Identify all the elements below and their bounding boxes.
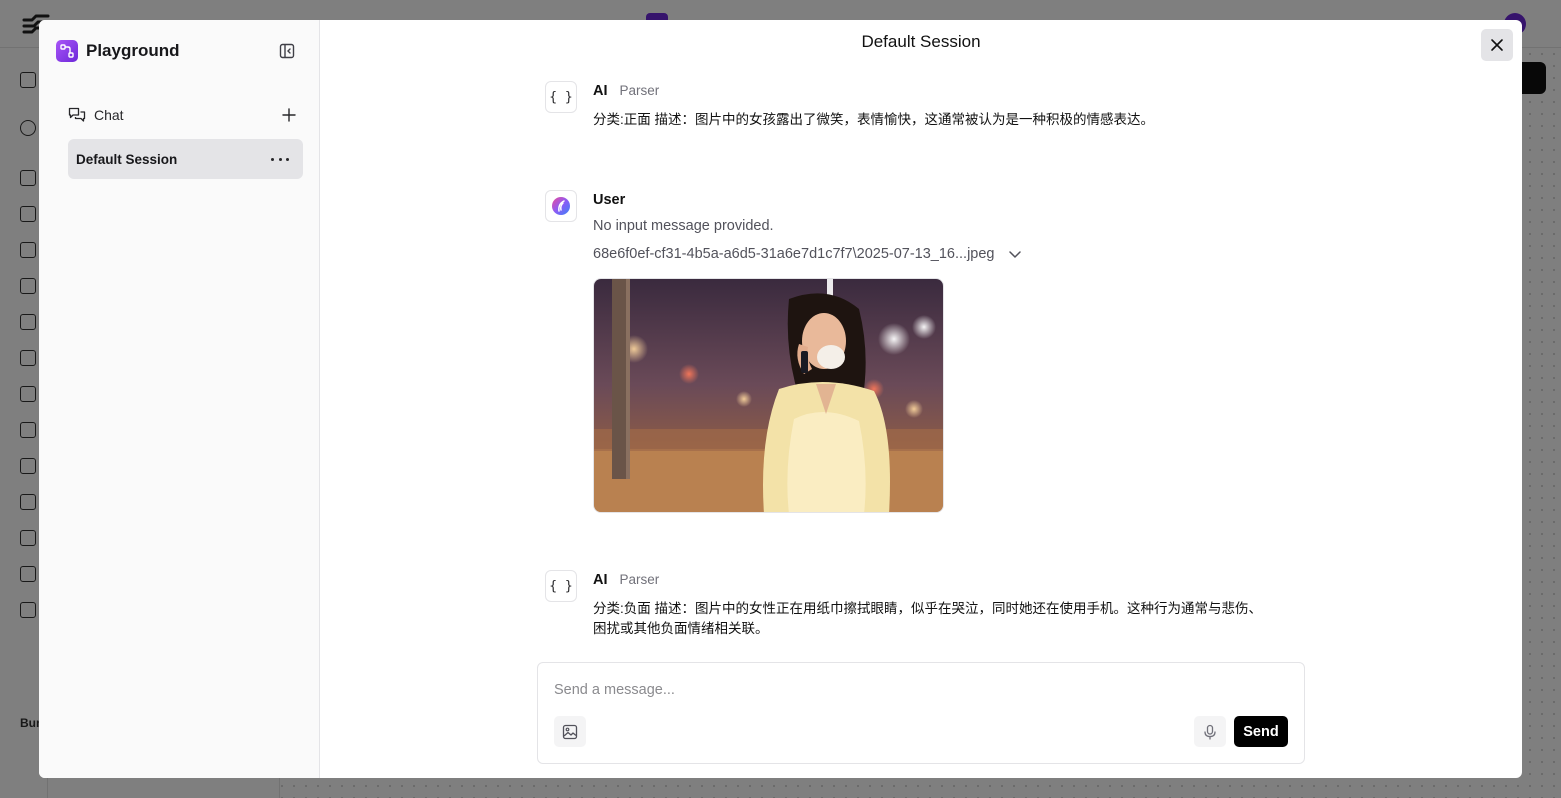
message-text-line: 分类:负面 描述：图片中的女性正在用纸巾擦拭眼睛，似乎在哭泣，同时她还在使用手机… [593,601,1262,616]
message-input[interactable] [554,677,1254,703]
attachment-filename: 68e6f0ef-cf31-4b5a-a6d5-31a6e7d1c7f7\202… [593,246,995,262]
flow-nodes-icon [60,44,74,58]
attachment-filename-row[interactable]: 68e6f0ef-cf31-4b5a-a6d5-31a6e7d1c7f7\202… [593,246,1023,262]
message-composer: Send [537,662,1305,764]
message-sender: AI [593,572,608,588]
session-item-default[interactable]: Default Session [68,139,303,179]
message-header: AI Parser [593,572,659,588]
message-header: AI Parser [593,83,659,99]
close-icon [1491,39,1503,51]
parser-braces-icon: { } [545,570,577,602]
message-text-line: 困扰或其他负面情绪相关联。 [593,621,769,636]
message-text: 分类:正面 描述：图片中的女孩露出了微笑，表情愉快，这通常被认为是一种积极的情感… [593,112,1155,127]
microphone-icon [1204,724,1216,740]
voice-input-button[interactable] [1194,716,1226,747]
playground-sidebar: Playground Chat Default Session [39,20,320,778]
playground-header: Playground [56,40,180,62]
playground-modal: Playground Chat Default Session Default … [39,20,1522,778]
message-component-tag: Parser [619,572,660,587]
playground-logo-icon [56,40,78,62]
chat-section-label: Chat [94,107,124,123]
parser-braces-icon: { } [545,81,577,113]
session-more-options-icon[interactable] [271,151,289,167]
playground-title: Playground [86,41,180,60]
chat-bubbles-icon [68,107,86,122]
message-sender: User [593,192,626,208]
chat-section-header: Chat [68,106,302,124]
close-modal-button[interactable] [1481,29,1513,61]
chat-main-panel: Default Session { } AI Parser 分类:正面 描述：图… [320,20,1522,778]
crying-woman-photo [594,279,943,512]
langflow-user-icon [552,197,570,215]
new-chat-plus-icon[interactable] [281,107,297,123]
sidebar-collapse-icon[interactable] [279,43,295,59]
message-header: User [593,192,625,208]
send-button[interactable]: Send [1234,716,1288,747]
message-text: No input message provided. [593,218,774,234]
upload-image-button[interactable] [554,716,586,747]
user-avatar [545,190,577,222]
session-title: Default Session [861,32,981,51]
session-item-label: Default Session [76,151,178,167]
attached-image[interactable] [593,278,944,513]
message-sender: AI [593,83,608,99]
message-component-tag: Parser [619,83,660,98]
chevron-down-icon[interactable] [1007,246,1023,262]
image-icon [562,724,578,739]
